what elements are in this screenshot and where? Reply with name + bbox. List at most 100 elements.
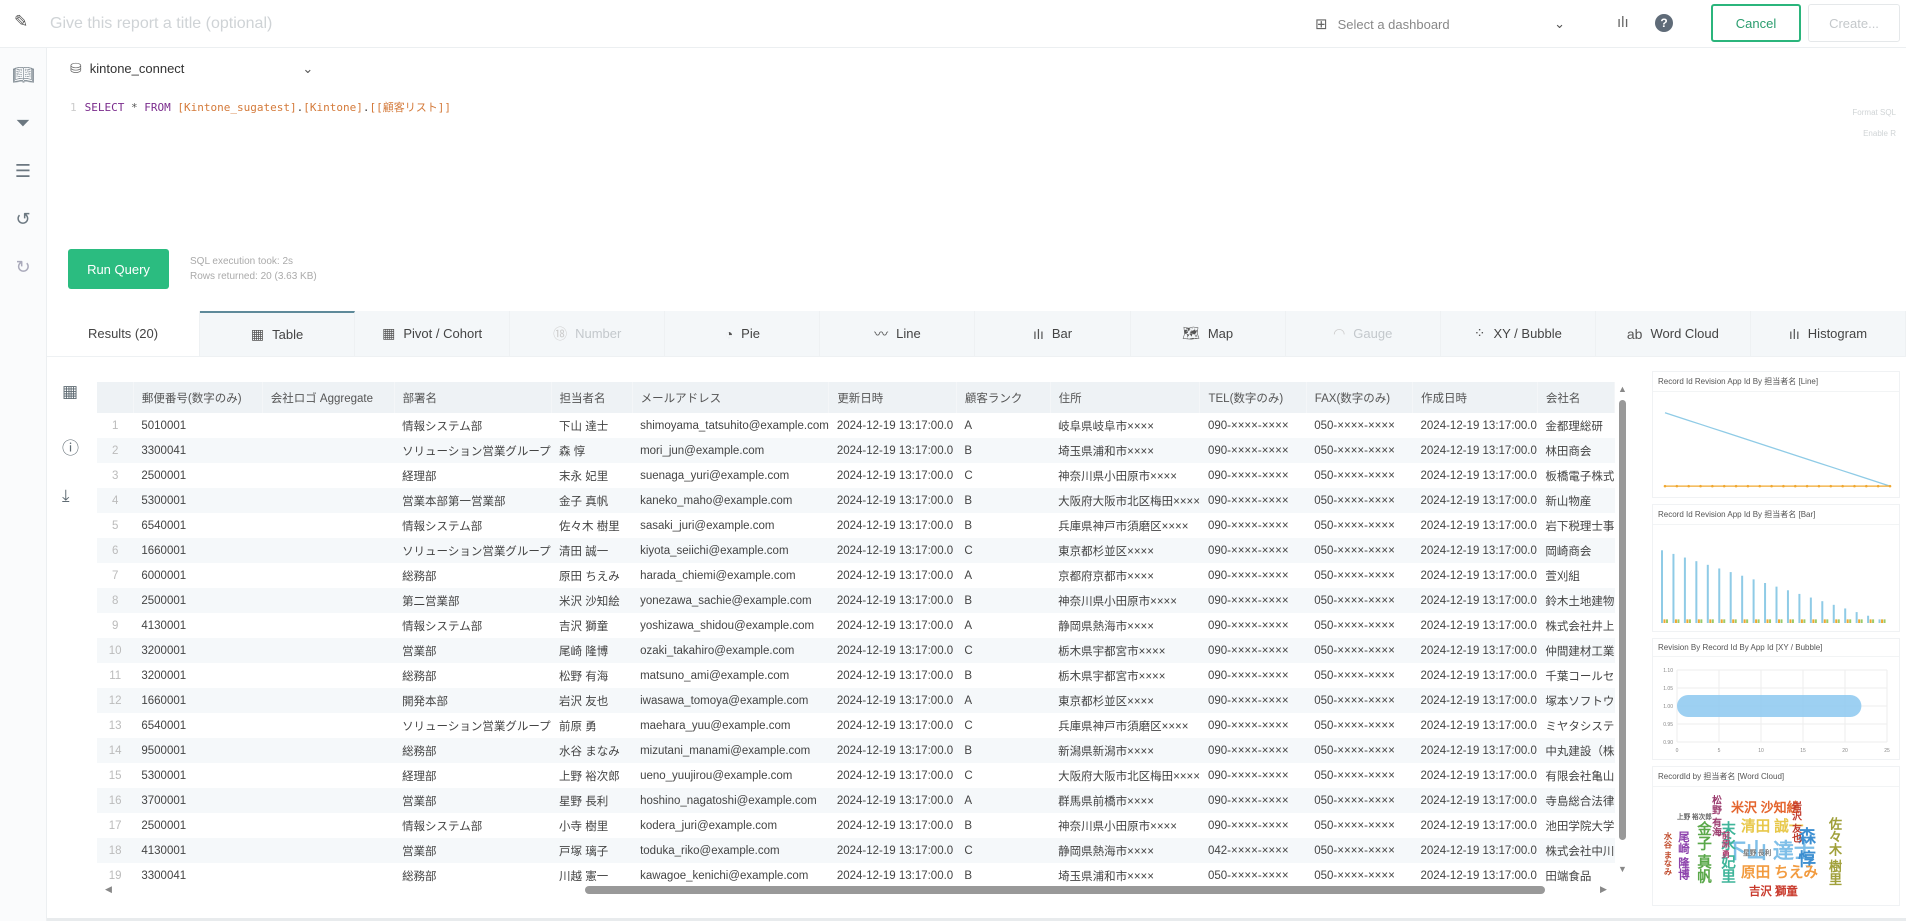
table-row[interactable]: 5 6540001 情報システム部 佐々木 樹里 sasaki_juri@example… bbox=[97, 513, 1615, 538]
horizontal-scrollbar[interactable]: ◀ ▶ bbox=[100, 884, 1620, 896]
column-header[interactable]: 部署名 bbox=[394, 382, 552, 413]
table-cell: 岡崎商会 bbox=[1537, 538, 1615, 563]
column-header[interactable]: 顧客ランク bbox=[956, 382, 1051, 413]
row-number: 5 bbox=[111, 519, 119, 532]
tab-results-20[interactable]: Results (20) bbox=[47, 311, 200, 356]
report-title-input[interactable] bbox=[50, 12, 650, 36]
scheduled-history-icon[interactable]: ↻ bbox=[12, 256, 34, 278]
create-button[interactable]: Create... bbox=[1808, 4, 1900, 42]
table-row[interactable]: 3 2500001 経理部 末永 妃里 suenaga_yuri@example.com… bbox=[97, 463, 1615, 488]
table-row[interactable]: 2 3300041 ソリューション営業グループ森 惇 mori_jun@example… bbox=[97, 438, 1615, 463]
table-cell: 岩沢 友也 bbox=[551, 688, 633, 713]
info-icon[interactable]: ⓘ bbox=[62, 434, 79, 459]
table-view-icon[interactable]: ▦ bbox=[62, 382, 78, 402]
run-query-button[interactable]: Run Query bbox=[68, 249, 169, 289]
table-row[interactable]: 9 4130001 情報システム部 吉沢 獅童 yoshizawa_shidou@exa… bbox=[97, 613, 1615, 638]
table-icon: ▦ bbox=[250, 326, 265, 342]
history-icon[interactable]: ↺ bbox=[12, 208, 34, 230]
table-cell: 上野 裕次郎 bbox=[559, 770, 620, 783]
vertical-scroll-thumb[interactable] bbox=[1619, 400, 1626, 840]
table-row[interactable]: 18 4130001 営業部 戸塚 璃子 toduka_riko@example.com… bbox=[97, 838, 1615, 863]
table-row[interactable]: 12 1660001 開発本部 岩沢 友也 iwasawa_tomoya@example… bbox=[97, 688, 1615, 713]
help-icon[interactable]: ? bbox=[1655, 14, 1673, 32]
column-header[interactable]: 更新日時 bbox=[828, 382, 957, 413]
table-row[interactable]: 19 3300041 総務部 川越 憲一 kawagoe_kenichi@example… bbox=[97, 863, 1615, 883]
column-header[interactable]: 住所 bbox=[1050, 382, 1201, 413]
tab-bar[interactable]: ılı Bar bbox=[975, 311, 1131, 356]
scroll-down-icon[interactable]: ▼ bbox=[1618, 864, 1627, 874]
table-cell: 金子 真帆 bbox=[551, 488, 633, 513]
bubble-chart-card[interactable]: Revision By Record Id By App Id [XY / Bu… bbox=[1652, 638, 1900, 760]
horizontal-scroll-thumb[interactable] bbox=[585, 886, 1545, 894]
scroll-right-icon[interactable]: ▶ bbox=[1600, 884, 1607, 895]
tab-histogram[interactable]: ılı Histogram bbox=[1751, 311, 1906, 356]
list-icon[interactable]: ☰ bbox=[12, 160, 34, 182]
column-header[interactable] bbox=[97, 382, 134, 413]
sql-editor[interactable]: 1 SELECT * FROM [Kintone_sugatest].[Kinto… bbox=[70, 99, 451, 115]
bar-chart bbox=[1661, 550, 1886, 623]
table-cell: 3200001 bbox=[141, 669, 187, 682]
tab-line[interactable]: 〰 Line bbox=[820, 311, 976, 356]
tab-table[interactable]: ▦ Table bbox=[200, 311, 356, 356]
word-cloud-word: 吉沢 獅童 bbox=[1749, 886, 1798, 898]
bar-chart-card[interactable]: Record Id Revision App Id By 担当者名 [Bar] bbox=[1652, 504, 1900, 632]
table-row[interactable]: 8 2500001 第二営業部 米沢 沙知絵 yonezawa_sachie@examp… bbox=[97, 588, 1615, 613]
vertical-scrollbar[interactable]: ▲ ▼ bbox=[1617, 384, 1628, 882]
table-row[interactable]: 15 5300001 経理部 上野 裕次郎 ueno_yuujirou@example.… bbox=[97, 763, 1615, 788]
table-row[interactable]: 4 5300001 営業本部第一営業部 金子 真帆 kaneko_maho@exampl… bbox=[97, 488, 1615, 513]
tab-word-cloud[interactable]: ab Word Cloud bbox=[1596, 311, 1751, 356]
bar bbox=[1720, 619, 1723, 623]
table-cell: 090-××××-×××× bbox=[1207, 569, 1289, 582]
table-cell: 090-××××-×××× bbox=[1207, 769, 1289, 782]
table-cell: 情報システム部 bbox=[402, 420, 483, 433]
scroll-left-icon[interactable]: ◀ bbox=[105, 884, 112, 895]
column-header[interactable]: FAX(数字のみ) bbox=[1306, 382, 1414, 413]
column-header[interactable]: 会社名 bbox=[1537, 382, 1615, 413]
table-cell: 静岡県熱海市×××× bbox=[1050, 838, 1200, 863]
table-cell: B bbox=[964, 519, 972, 532]
tab-gauge[interactable]: ◠ Gauge bbox=[1286, 311, 1441, 356]
tab-xy-bubble[interactable]: ⁘ XY / Bubble bbox=[1441, 311, 1596, 356]
tab-map[interactable]: 🗺︎ Map bbox=[1131, 311, 1286, 356]
enable-r-link[interactable]: Enable R bbox=[1852, 123, 1896, 144]
line-point bbox=[1663, 484, 1667, 488]
column-header[interactable]: 作成日時 bbox=[1412, 382, 1538, 413]
format-sql-link[interactable]: Format SQL bbox=[1852, 102, 1896, 123]
row-number: 13 bbox=[108, 719, 122, 732]
table-row[interactable]: 10 3200001 営業部 尾崎 隆博 ozaki_takahiro@example.… bbox=[97, 638, 1615, 663]
filter-icon[interactable]: ⏷ bbox=[12, 112, 34, 134]
table-cell: 9500001 bbox=[133, 738, 263, 763]
column-header[interactable]: TEL(数字のみ) bbox=[1199, 382, 1307, 413]
bubble bbox=[1677, 695, 1862, 717]
scroll-up-icon[interactable]: ▲ bbox=[1618, 384, 1627, 394]
table-cell: 5010001 bbox=[141, 419, 187, 432]
column-header[interactable]: 担当者名 bbox=[551, 382, 633, 413]
table-cell: 6000001 bbox=[141, 569, 187, 582]
table-row[interactable]: 13 6540001 ソリューション営業グループ 前原 勇 maehara_yuu@ex… bbox=[97, 713, 1615, 738]
table-row[interactable]: 7 6000001 総務部 原田 ちえみ harada_chiemi@example.c… bbox=[97, 563, 1615, 588]
tab-pie[interactable]: ◔ Pie bbox=[665, 311, 821, 356]
table-row[interactable]: 1 5010001 情報システム部 下山 達士 shimoyama_tatsuhito@… bbox=[97, 413, 1615, 438]
dashboard-select[interactable]: ⊞ Select a dashboard ⌄ bbox=[1315, 13, 1565, 35]
line-chart-card[interactable]: Record Id Revision App Id By 担当者名 [Line] bbox=[1652, 371, 1900, 498]
tab-number[interactable]: ⑱ Number bbox=[510, 311, 666, 356]
chart-settings-icon[interactable]: ılı bbox=[1617, 14, 1629, 31]
connection-select[interactable]: ⛁ kintone_connect ⌄ bbox=[70, 60, 313, 77]
column-header[interactable]: 郵便番号(数字のみ) bbox=[133, 382, 263, 413]
table-row[interactable]: 16 3700001 営業部 星野 長利 hoshino_nagatoshi@examp… bbox=[97, 788, 1615, 813]
table-cell: C bbox=[964, 769, 973, 782]
book-icon[interactable]: 📖︎ bbox=[12, 64, 35, 86]
word-cloud-card[interactable]: RecordId by 担当者名 [Word Cloud] 下山 達士森 惇原田… bbox=[1652, 766, 1900, 906]
table-cell: A bbox=[964, 569, 972, 582]
table-row[interactable]: 14 9500001 総務部 水谷 まなみ mizutani_manami@exampl… bbox=[97, 738, 1615, 763]
table-cell: 2024-12-19 13:17:00.0 bbox=[1412, 588, 1538, 613]
table-row[interactable]: 6 1660001 ソリューション営業グループ 清田 誠一 kiyota_seiichi… bbox=[97, 538, 1615, 563]
visualization-tabs: Results (20) ▦ Table ▦ Pivot / Cohort ⑱ Number… bbox=[47, 311, 1906, 357]
cancel-button[interactable]: Cancel bbox=[1711, 4, 1801, 42]
column-header[interactable]: 会社ロゴ Aggregate bbox=[262, 382, 395, 413]
column-header[interactable]: メールアドレス bbox=[632, 382, 830, 413]
download-icon[interactable]: ⤓ bbox=[62, 486, 70, 506]
table-row[interactable]: 17 2500001 情報システム部 小寺 樹里 kodera_juri@example… bbox=[97, 813, 1615, 838]
table-row[interactable]: 11 3200001 総務部 松野 有海 matsuno_ami@example.com… bbox=[97, 663, 1615, 688]
tab-pivot-cohort[interactable]: ▦ Pivot / Cohort bbox=[355, 311, 511, 356]
